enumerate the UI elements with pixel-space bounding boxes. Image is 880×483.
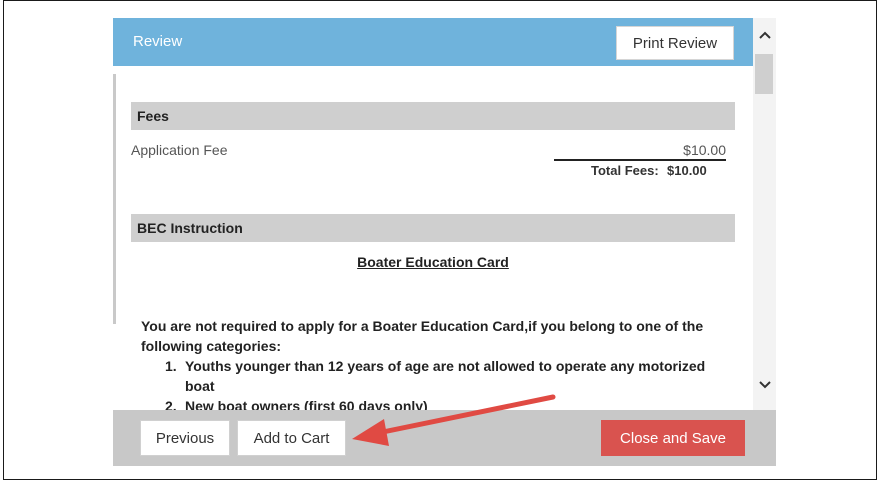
previous-button[interactable]: Previous bbox=[140, 420, 230, 456]
dialog-header: Review Print Review bbox=[113, 18, 753, 66]
scroll-thumb[interactable] bbox=[755, 54, 773, 94]
vertical-scrollbar[interactable] bbox=[753, 18, 776, 410]
total-fees-value: $10.00 bbox=[667, 163, 707, 178]
review-dialog: Review Print Review Fees Application Fee… bbox=[113, 18, 776, 466]
dialog-title: Review bbox=[133, 33, 183, 50]
list-text-continued: boat bbox=[185, 378, 215, 394]
fee-total-divider bbox=[554, 159, 726, 161]
chevron-down-icon[interactable] bbox=[753, 374, 776, 396]
chevron-up-icon[interactable] bbox=[753, 24, 776, 46]
fee-item-label: Application Fee bbox=[131, 142, 228, 158]
list-number: 1. bbox=[165, 358, 177, 374]
total-fees-label: Total Fees: bbox=[591, 163, 659, 178]
boater-education-card-title: Boater Education Card bbox=[357, 254, 509, 270]
instruction-intro: You are not required to apply for a Boat… bbox=[141, 318, 704, 354]
list-text: Youths younger than 12 years of age are … bbox=[185, 358, 706, 374]
print-review-button[interactable]: Print Review bbox=[616, 26, 734, 60]
close-and-save-button[interactable]: Close and Save bbox=[601, 420, 745, 456]
dialog-footer: Previous Add to Cart Close and Save bbox=[113, 410, 776, 466]
fees-section-header: Fees bbox=[131, 102, 735, 130]
list-item: 1. Youths younger than 12 years of age ar… bbox=[165, 356, 745, 396]
bec-instruction-header: BEC Instruction bbox=[131, 214, 735, 242]
left-scroll-edge bbox=[113, 74, 116, 324]
fee-item-amount: $10.00 bbox=[683, 142, 726, 158]
add-to-cart-button[interactable]: Add to Cart bbox=[237, 420, 346, 456]
